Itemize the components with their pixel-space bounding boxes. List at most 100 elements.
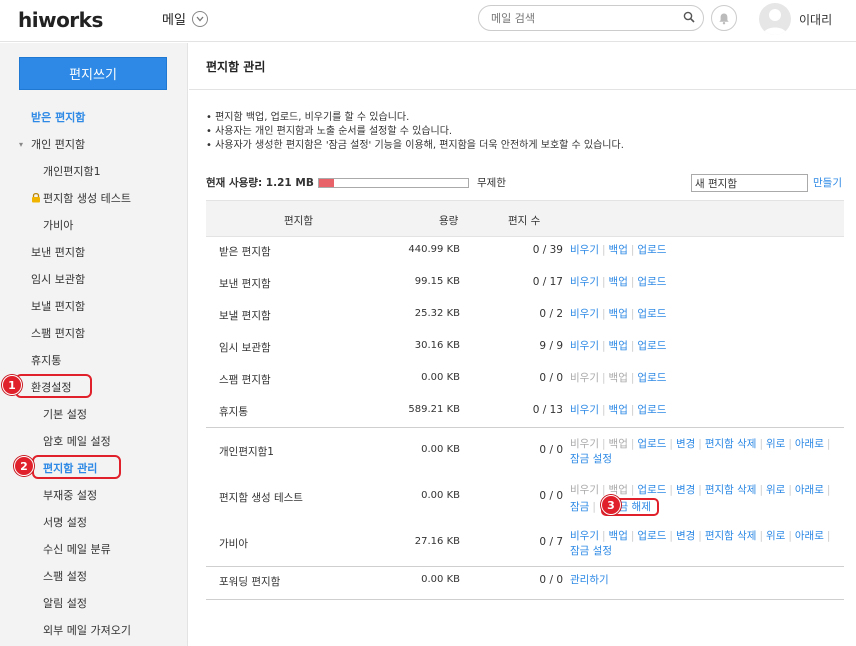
action-비우기[interactable]: 비우기 [570,276,599,288]
action-백업[interactable]: 백업 [609,244,628,256]
create-folder-button[interactable]: 만들기 [813,175,842,190]
action-업로드[interactable]: 업로드 [637,404,666,416]
action-separator: | [601,530,606,542]
action-편지함-삭제[interactable]: 편지함 삭제 [705,438,757,450]
page-title: 편지함 관리 [206,60,266,74]
action-잠금-설정[interactable]: 잠금 설정 [570,453,612,465]
action-비우기[interactable]: 비우기 [570,484,599,496]
mail-search-box [478,5,704,31]
chevron-down-icon[interactable] [191,10,208,27]
action-백업[interactable]: 백업 [609,340,628,352]
action-비우기[interactable]: 비우기 [570,244,599,256]
action-업로드[interactable]: 업로드 [637,340,666,352]
action-아래로[interactable]: 아래로 [795,484,824,496]
action-변경[interactable]: 변경 [676,530,695,542]
action-위로[interactable]: 위로 [766,530,785,542]
sidebar-item-label: 보낸 편지함 [31,246,86,259]
sidebar-item[interactable]: 스팸 편지함 [0,320,188,347]
sidebar-item[interactable]: 스팸 설정 [0,563,188,590]
action-업로드[interactable]: 업로드 [637,276,666,288]
sidebar-item[interactable]: 서명 설정 [0,509,188,536]
new-folder-name-input[interactable] [691,174,808,192]
action-위로[interactable]: 위로 [766,484,785,496]
sidebar-item[interactable]: 개인편지함1 [0,158,188,185]
action-편지함-삭제[interactable]: 편지함 삭제 [705,484,757,496]
sidebar-item[interactable]: 기본 설정 [0,401,188,428]
folder-size: 0.00 KB [421,444,460,455]
folder-name: 받은 편지함 [219,246,271,258]
sidebar-item[interactable]: ▾ 개인 편지함 [0,131,188,158]
action-업로드[interactable]: 업로드 [637,484,666,496]
sidebar-item[interactable]: 임시 보관함 [0,266,188,293]
sidebar-item[interactable]: 가비아 [0,212,188,239]
action-비우기[interactable]: 비우기 [570,340,599,352]
title-divider [189,89,856,90]
action-업로드[interactable]: 업로드 [637,308,666,320]
action-아래로[interactable]: 아래로 [795,530,824,542]
sidebar-item[interactable]: 보낼 편지함 [0,293,188,320]
notification-bell-icon[interactable] [711,5,737,31]
sidebar-item[interactable]: 휴지통 [0,347,188,374]
action-잠금[interactable]: 잠금 [570,501,589,513]
action-변경[interactable]: 변경 [676,438,695,450]
sidebar-item[interactable]: 받은 편지함 [0,104,188,131]
folder-name: 편지함 생성 테스트 [219,492,303,504]
action-separator: | [826,484,831,496]
action-업로드[interactable]: 업로드 [637,244,666,256]
action-백업[interactable]: 백업 [609,530,628,542]
sidebar-item[interactable]: 알림 설정 [0,590,188,617]
action-관리하기[interactable]: 관리하기 [570,574,609,586]
action-비우기[interactable]: 비우기 [570,530,599,542]
avatar[interactable] [759,3,791,35]
sidebar-item[interactable]: 외부 메일 가져오기 [0,617,188,644]
action-separator: | [698,438,702,450]
action-백업[interactable]: 백업 [609,438,628,450]
sidebar-item[interactable]: 편지함 생성 테스트 [0,185,188,212]
folder-name: 휴지통 [219,406,248,418]
sidebar-item-label: 가비아 [43,219,74,232]
folder-name: 스팸 편지함 [219,374,271,386]
action-아래로[interactable]: 아래로 [795,438,824,450]
step-marker-2: 2 [14,456,34,476]
action-백업[interactable]: 백업 [609,308,628,320]
action-비우기[interactable]: 비우기 [570,438,599,450]
compose-button[interactable]: 편지쓰기 [19,57,167,90]
action-잠금-설정[interactable]: 잠금 설정 [570,545,612,557]
mail-count: 0 / 0 [539,574,563,586]
usage-label: 현재 사용량: 1.21 MB [206,177,314,189]
row-actions: 비우기 | 백업 | 업로드 [570,339,845,354]
row-actions: 비우기 | 백업 | 업로드 | 변경 | 편지함 삭제 | 위로 | 아래로 |잠금 설정 [570,437,845,467]
sidebar-item[interactable]: 부재중 설정 [0,482,188,509]
usage-limit: 무제한 [477,177,506,189]
app-menu[interactable]: 메일 [162,9,208,28]
sidebar-item[interactable]: 암호 메일 설정 [0,428,188,455]
action-위로[interactable]: 위로 [766,438,785,450]
sidebar-item-label: 휴지통 [31,354,62,367]
sidebar-item[interactable]: 수신 메일 분류 [0,536,188,563]
search-input[interactable] [491,10,676,26]
action-백업[interactable]: 백업 [609,276,628,288]
action-업로드[interactable]: 업로드 [637,438,666,450]
action-비우기[interactable]: 비우기 [570,372,599,384]
action-편지함-삭제[interactable]: 편지함 삭제 [705,530,757,542]
action-비우기[interactable]: 비우기 [570,308,599,320]
action-백업[interactable]: 백업 [609,372,628,384]
search-icon[interactable] [683,11,695,26]
action-업로드[interactable]: 업로드 [637,372,666,384]
sidebar-item-label: 보낼 편지함 [31,300,86,313]
hiworks-logo[interactable]: hiworks [18,8,103,32]
action-비우기[interactable]: 비우기 [570,404,599,416]
action-separator: | [669,438,673,450]
action-변경[interactable]: 변경 [676,484,695,496]
action-separator: | [630,404,635,416]
action-업로드[interactable]: 업로드 [637,530,666,542]
folder-name: 보낼 편지함 [219,310,271,322]
mail-count: 0 / 13 [532,404,563,416]
highlight-box-settings [15,374,92,398]
username[interactable]: 이대리 [799,11,832,28]
caret-down-icon[interactable]: ▾ [19,131,23,158]
row-actions: 비우기 | 백업 | 업로드 [570,371,845,386]
sidebar-item[interactable]: 보낸 편지함 [0,239,188,266]
action-백업[interactable]: 백업 [609,404,628,416]
sidebar-item-label: 수신 메일 분류 [43,543,111,556]
